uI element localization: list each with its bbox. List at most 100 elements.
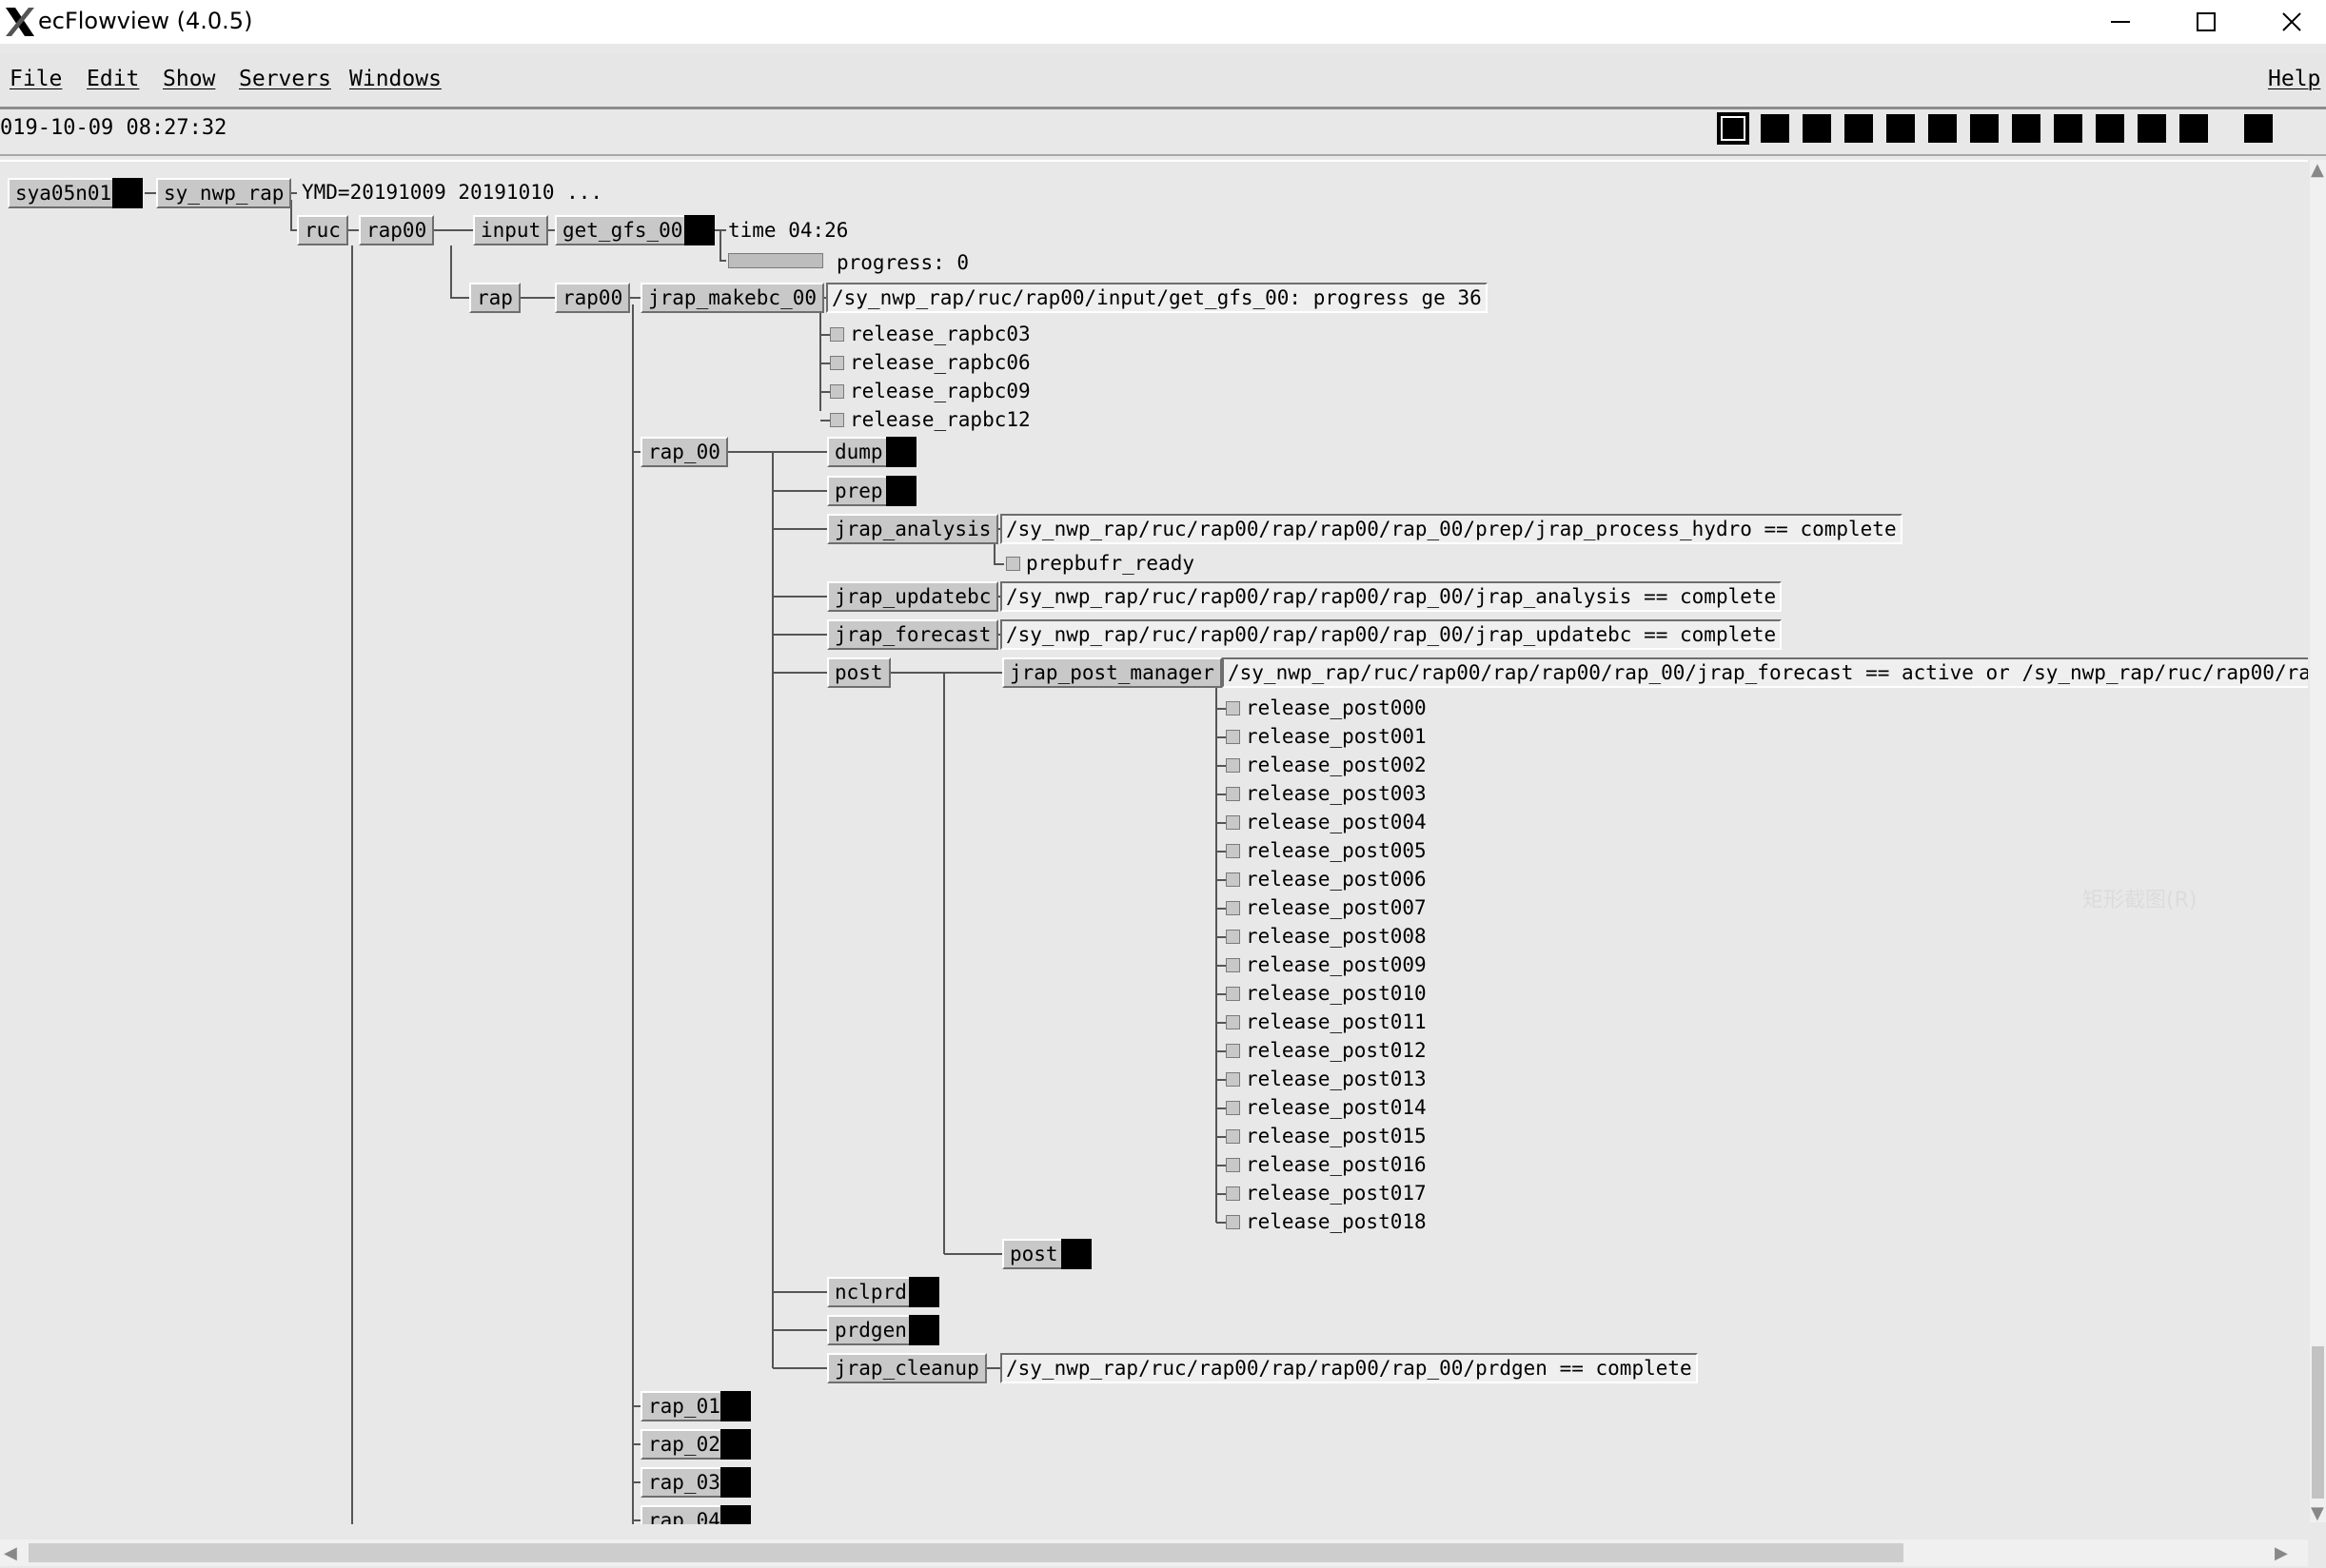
menu-windows[interactable]: Windows — [349, 67, 442, 91]
vertical-scroll-thumb[interactable] — [2312, 1346, 2324, 1499]
rap-02-status-box[interactable] — [720, 1429, 751, 1460]
dump-status-box[interactable] — [886, 437, 917, 467]
task-prep[interactable]: prep — [827, 476, 891, 506]
event-checkbox[interactable] — [1226, 787, 1240, 801]
task-jrap-updatebc[interactable]: jrap_updatebc — [827, 581, 999, 612]
event-checkbox[interactable] — [1226, 958, 1240, 972]
task-post[interactable]: post — [1002, 1239, 1066, 1269]
scroll-up-icon[interactable]: ▲ — [2311, 160, 2324, 180]
family-rap-03[interactable]: rap_03 — [641, 1467, 728, 1498]
family-rap-04[interactable]: rap_04 — [641, 1505, 728, 1524]
status-indicator[interactable] — [1717, 112, 1749, 145]
event-checkbox[interactable] — [1226, 815, 1240, 830]
maximize-button[interactable] — [2163, 0, 2249, 44]
event-checkbox[interactable] — [1226, 758, 1240, 773]
event-checkbox[interactable] — [1226, 872, 1240, 887]
family-rap00-inner[interactable]: rap00 — [555, 283, 631, 313]
status-indicator[interactable] — [2010, 112, 2042, 145]
family-rap00[interactable]: rap00 — [359, 215, 435, 245]
horizontal-scroll-thumb[interactable] — [29, 1543, 1903, 1562]
event-checkbox[interactable] — [830, 356, 844, 370]
event-checkbox[interactable] — [1006, 557, 1020, 571]
close-icon — [2282, 12, 2301, 31]
rap-04-status-box[interactable] — [720, 1505, 751, 1524]
family-rap-02[interactable]: rap_02 — [641, 1429, 728, 1460]
family-input[interactable]: input — [473, 215, 549, 245]
family-post[interactable]: post — [827, 657, 891, 688]
post-manager-trigger: /sy_nwp_rap/ruc/rap00/rap/rap00/rap_00/j… — [1222, 657, 2308, 688]
event-checkbox[interactable] — [1226, 1072, 1240, 1087]
event-checkbox[interactable] — [1226, 844, 1240, 858]
task-jrap-post-manager[interactable]: jrap_post_manager — [1002, 657, 1222, 688]
task-prdgen[interactable]: prdgen — [827, 1315, 915, 1345]
event-checkbox[interactable] — [830, 413, 844, 427]
task-jrap-forecast[interactable]: jrap_forecast — [827, 619, 999, 650]
event-checkbox[interactable] — [1226, 930, 1240, 944]
task-jrap-analysis[interactable]: jrap_analysis — [827, 514, 999, 544]
event-label: release_post005 — [1246, 839, 1427, 862]
prdgen-status-box[interactable] — [909, 1315, 939, 1345]
event-checkbox[interactable] — [830, 384, 844, 399]
tree-view[interactable]: sya05n01 sy_nwp_rap YMD=20191009 2019101… — [0, 160, 2308, 1524]
status-indicator[interactable] — [2136, 112, 2168, 145]
rap-03-status-box[interactable] — [720, 1467, 751, 1498]
maximize-icon — [2197, 12, 2216, 31]
menu-separator — [0, 107, 2326, 109]
event-checkbox[interactable] — [1226, 1215, 1240, 1229]
menu-help[interactable]: Help — [2268, 67, 2320, 91]
rap-01-status-box[interactable] — [720, 1391, 751, 1421]
family-rap[interactable]: rap — [469, 283, 521, 313]
event-label: release_post014 — [1246, 1096, 1427, 1119]
status-indicator[interactable] — [1759, 112, 1791, 145]
family-rap-00[interactable]: rap_00 — [641, 437, 728, 467]
server-node[interactable]: sya05n01 — [8, 178, 120, 208]
family-rap-01[interactable]: rap_01 — [641, 1391, 728, 1421]
event-checkbox[interactable] — [830, 327, 844, 342]
event-label: release_post008 — [1246, 925, 1427, 948]
scroll-down-icon[interactable]: ▼ — [2311, 1503, 2324, 1523]
event-checkbox[interactable] — [1226, 1044, 1240, 1058]
menu-show[interactable]: Show — [163, 67, 215, 91]
menu-edit[interactable]: Edit — [87, 67, 139, 91]
scroll-left-icon[interactable]: ◀ — [4, 1543, 17, 1563]
task-dump[interactable]: dump — [827, 437, 891, 467]
event-checkbox[interactable] — [1226, 730, 1240, 744]
event-checkbox[interactable] — [1226, 901, 1240, 915]
status-indicator[interactable] — [1843, 112, 1875, 145]
get-gfs-status-box[interactable] — [684, 215, 715, 245]
event-label: release_post016 — [1246, 1153, 1427, 1176]
status-indicator[interactable] — [2094, 112, 2126, 145]
event-checkbox[interactable] — [1226, 701, 1240, 715]
status-indicator[interactable] — [2178, 112, 2210, 145]
task-nclprd[interactable]: nclprd — [827, 1277, 915, 1307]
task-jrap-makebc-00[interactable]: jrap_makebc_00 — [641, 283, 825, 313]
event-label: release_rapbc09 — [850, 380, 1031, 402]
menu-file[interactable]: File — [10, 67, 62, 91]
status-indicator[interactable] — [1926, 112, 1959, 145]
status-indicator[interactable] — [1801, 112, 1833, 145]
task-get-gfs-00[interactable]: get_gfs_00 — [555, 215, 691, 245]
server-status-box[interactable] — [112, 178, 143, 208]
event-checkbox[interactable] — [1226, 1186, 1240, 1201]
prep-status-box[interactable] — [886, 476, 917, 506]
event-checkbox[interactable] — [1226, 1101, 1240, 1115]
event-label: release_post002 — [1246, 754, 1427, 776]
event-checkbox[interactable] — [1226, 1158, 1240, 1172]
status-indicator[interactable] — [2242, 112, 2275, 145]
close-button[interactable] — [2249, 0, 2326, 44]
status-indicator[interactable] — [1884, 112, 1917, 145]
status-indicator[interactable] — [2052, 112, 2084, 145]
event-checkbox[interactable] — [1226, 1129, 1240, 1144]
vertical-scrollbar[interactable] — [2310, 160, 2326, 1522]
task-jrap-cleanup[interactable]: jrap_cleanup — [827, 1353, 987, 1383]
minimize-button[interactable] — [2078, 0, 2163, 44]
menu-servers[interactable]: Servers — [239, 67, 331, 91]
status-indicator[interactable] — [1968, 112, 2001, 145]
suite-node[interactable]: sy_nwp_rap — [156, 178, 292, 208]
nclprd-status-box[interactable] — [909, 1277, 939, 1307]
post-status-box[interactable] — [1061, 1239, 1092, 1269]
event-checkbox[interactable] — [1226, 1015, 1240, 1029]
event-checkbox[interactable] — [1226, 987, 1240, 1001]
scroll-right-icon[interactable]: ▶ — [2275, 1543, 2288, 1563]
family-ruc[interactable]: ruc — [297, 215, 348, 245]
